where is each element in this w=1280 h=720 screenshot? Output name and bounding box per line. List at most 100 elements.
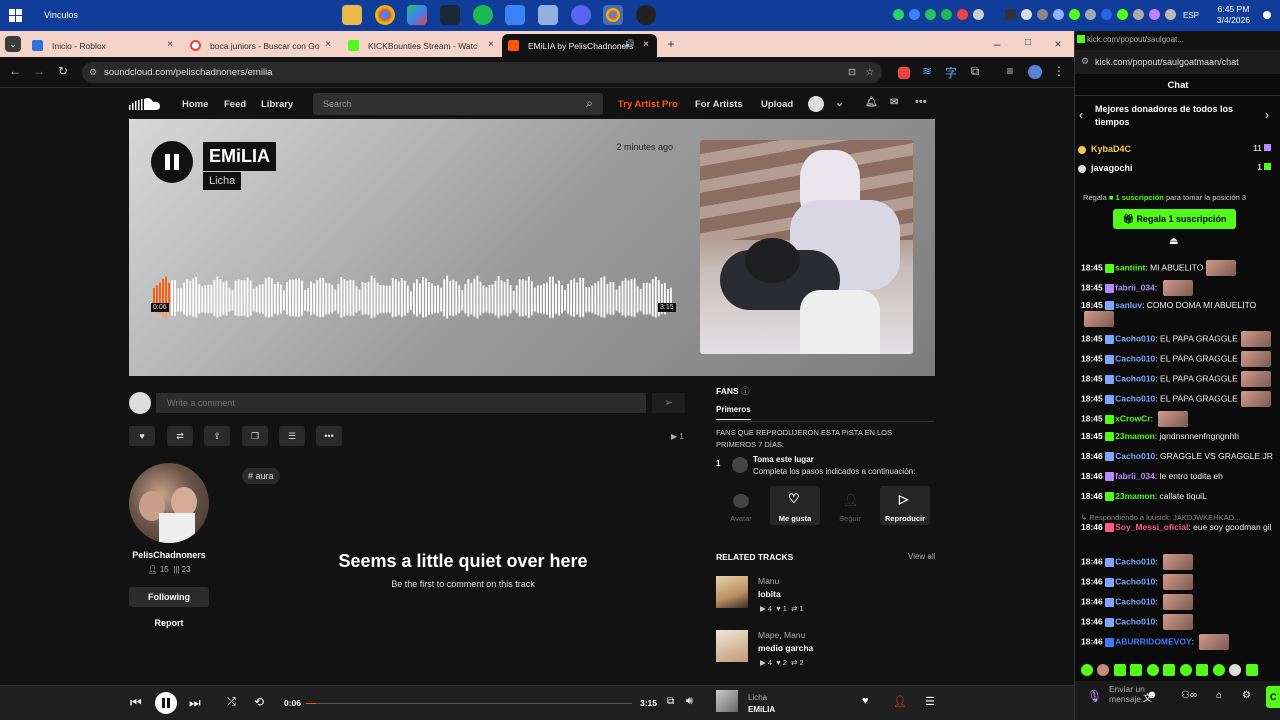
tray-icon[interactable] [1037,9,1048,20]
close-window-button[interactable]: × [1051,37,1065,51]
tray-icon[interactable] [973,9,984,20]
comment-input[interactable] [156,393,646,413]
related-track-thumbnail[interactable] [716,630,748,662]
progress-bar[interactable] [306,703,632,704]
chat-message[interactable]: 18:46 Soy_Messi_oficial: eue soy goodman… [1081,522,1275,533]
new-tab-button[interactable]: + [664,37,678,51]
player-thumbnail[interactable] [716,690,738,712]
extensions-icon[interactable]: ⚇∞ [1181,690,1197,701]
fan-step-like[interactable]: ♡ Me gusta [770,486,820,525]
maximize-button[interactable]: □ [1021,37,1035,48]
site-info-icon[interactable]: ⚙ [1081,56,1089,67]
emote-icon[interactable] [1163,663,1176,676]
folder-icon[interactable] [538,5,558,25]
close-tab-icon[interactable]: × [643,39,649,50]
message-username[interactable]: fabrii_034 [1115,282,1155,292]
site-info-icon[interactable]: ⚙ [89,62,97,83]
related-track-thumbnail[interactable] [716,576,748,608]
fan-step-follow[interactable]: 👤︎ Seguir [825,486,875,525]
mic-tray-icon[interactable] [1053,9,1064,20]
repeat-icon[interactable]: ⟲ [254,695,264,709]
next-track-icon[interactable]: ⏭︎ [189,695,201,711]
share-button[interactable]: ⇪ [204,426,230,446]
chat-message[interactable]: 18:45 Cacho010: EL PAPA GRAGGLE [1081,331,1275,347]
tray-icon[interactable] [1149,9,1160,20]
chevron-down-icon[interactable]: ⌄ [835,96,844,109]
chevron-right-icon[interactable]: › [1265,108,1269,122]
message-username[interactable]: 23mamon [1115,431,1155,441]
bookmark-star-icon[interactable]: ☆ [865,62,874,83]
emote-icon[interactable] [1245,663,1258,676]
calendar-icon[interactable] [505,5,525,25]
app-icon[interactable] [407,5,427,25]
uploader-name[interactable]: PelisChadnoners [129,550,209,560]
send-comment-icon[interactable]: ➢ [652,393,685,413]
tray-icon[interactable] [1069,9,1080,20]
volume-icon[interactable]: 🔊︎ [686,695,693,708]
shuffle-icon[interactable]: ⤮ [227,696,236,709]
tray-icon[interactable] [1085,9,1096,20]
report-button[interactable]: Report [129,618,209,628]
minimize-button[interactable]: – [990,37,1004,51]
message-username[interactable]: sanluv [1115,300,1142,310]
emote-icon[interactable] [1179,663,1192,676]
add-to-playlist-button[interactable]: ☰ [279,426,305,446]
emote-icon[interactable] [1229,663,1242,676]
previous-track-icon[interactable]: ⏮︎ [130,695,142,711]
emote-icon[interactable] [1097,663,1110,676]
chat-message[interactable]: 18:45 Cacho010: EL PAPA GRAGGLE [1081,391,1275,407]
chat-message[interactable]: 18:45 fabrii_034: [1081,280,1275,296]
chrome-active-icon[interactable] [603,5,623,25]
chat-message[interactable]: 18:46 ABURRIDOMEVOY: [1081,634,1275,650]
message-username[interactable]: Cacho010 [1115,616,1155,626]
soundcloud-logo-icon[interactable] [129,97,161,111]
chat-message[interactable]: 18:45 Cacho010: EL PAPA GRAGGLE [1081,371,1275,387]
copy-link-button[interactable]: ❐ [242,426,268,446]
donor-row[interactable]: KybaD4C 11 [1075,144,1280,158]
close-tab-icon[interactable]: × [488,39,494,50]
nav-home[interactable]: Home [182,99,208,110]
chat-message[interactable]: 18:46 fabrii_034: le entro todita eh [1081,471,1275,482]
tab-soundcloud[interactable]: EMiLIA by PelisChadnoners 🔊 × [502,34,657,57]
language-indicator[interactable]: ESP [1183,11,1199,20]
chrome-icon[interactable] [375,5,395,25]
chat-message[interactable]: 18:46 Cacho010: [1081,554,1275,570]
chat-message[interactable]: 18:46 Cacho010: [1081,614,1275,630]
audio-playing-icon[interactable]: 🔊 [624,39,635,50]
tray-icon[interactable] [925,9,936,20]
tab-primeros[interactable]: Primeros [716,405,751,420]
reload-icon[interactable]: ↻ [56,64,70,78]
cast-icon[interactable]: ⧉ [667,696,674,707]
player-follow-icon[interactable]: 👤︎ [893,695,907,708]
player-title[interactable]: EMiLIA [748,705,775,714]
more-menu-icon[interactable]: ••• [915,96,927,108]
like-button[interactable]: ♥ [129,426,155,446]
player-like-icon[interactable]: ♥ [862,695,869,707]
track-artist[interactable]: Licha [203,172,242,190]
following-button[interactable]: Following [129,587,209,607]
related-track-artist[interactable]: Manu [758,576,779,586]
close-tab-icon[interactable]: × [325,39,331,50]
spotify-tray-icon[interactable] [941,9,952,20]
extension-icon[interactable]: ≋ [920,64,934,78]
info-icon[interactable]: ⓘ [741,386,750,396]
chat-message[interactable]: 18:46 23mamon: callate tiquiL [1081,491,1275,502]
extension-icon[interactable] [898,67,910,79]
tag-aura[interactable]: # aura [242,468,280,484]
tab-google[interactable]: boca juniors - Buscar con Goog × [184,34,339,57]
notifications-bell-icon[interactable]: 🔔︎ [865,97,878,108]
windows-start-icon[interactable] [9,9,22,22]
nav-library[interactable]: Library [261,99,293,110]
settings-gear-icon[interactable]: ⚙ [1242,690,1251,701]
translate-icon[interactable]: 字 [944,64,958,81]
tray-icon[interactable] [1117,9,1128,20]
profile-avatar[interactable] [1028,65,1042,79]
messages-mail-icon[interactable]: ✉ [890,97,898,108]
message-username[interactable]: santiint [1115,262,1145,272]
search-icon[interactable]: ⌕ [586,96,593,111]
related-track-artist[interactable]: Mape, Manu [758,630,805,640]
microphone-icon[interactable]: 🎙︎ [1087,689,1102,703]
for-artists-link[interactable]: For Artists [695,99,743,110]
spotify-icon[interactable] [473,5,493,25]
message-username[interactable]: fabrii_034 [1115,471,1155,481]
